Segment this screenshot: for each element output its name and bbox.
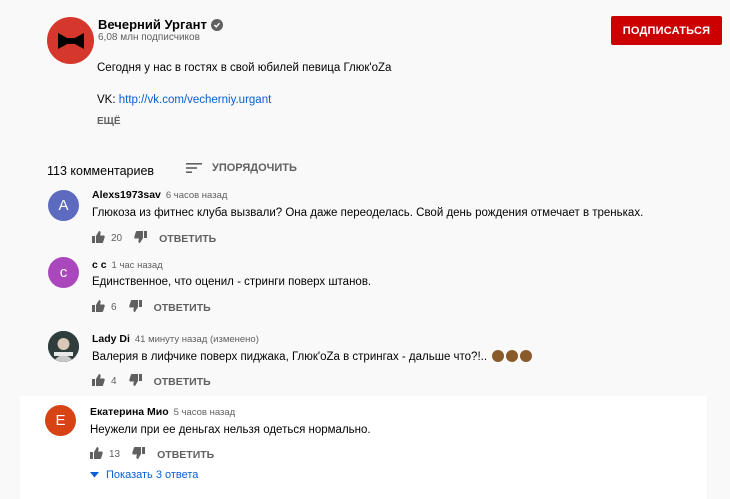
comment-time[interactable]: 1 час назад: [112, 260, 163, 271]
thumbs-up-icon[interactable]: [92, 300, 105, 315]
reply-button[interactable]: ОТВЕТИТЬ: [154, 376, 211, 388]
show-replies-button[interactable]: Показать 3 ответа: [90, 469, 198, 481]
video-description: Сегодня у нас в гостях в свой юбилей пев…: [97, 62, 392, 74]
reply-button[interactable]: ОТВЕТИТЬ: [159, 233, 216, 245]
comment-text: Единственное, что оценил - стринги повер…: [92, 276, 372, 288]
monkey-emoji-icon: [492, 350, 505, 362]
sort-icon: [186, 163, 202, 173]
comment-actions: 20 ОТВЕТИТЬ: [92, 231, 216, 246]
comment-author[interactable]: с с: [92, 259, 107, 271]
channel-avatar[interactable]: [47, 17, 94, 64]
thumbs-down-icon[interactable]: [134, 231, 148, 246]
subscriber-count: 6,08 млн подписчиков: [98, 32, 200, 43]
avatar[interactable]: c: [48, 257, 79, 288]
sort-button[interactable]: УПОРЯДОЧИТЬ: [186, 162, 297, 174]
thumbs-up-icon[interactable]: [92, 231, 105, 246]
vk-link[interactable]: http://vk.com/vecherniy.urgant: [119, 94, 272, 106]
bowtie-logo-icon: [57, 32, 84, 49]
comment-text: Неужели при ее деньгах нельзя одеться но…: [90, 424, 371, 436]
like-count: 20: [111, 233, 123, 244]
thumbs-up-icon[interactable]: [90, 447, 103, 462]
channel-name[interactable]: Вечерний Ургант: [98, 17, 223, 32]
verified-icon: [210, 18, 223, 31]
profile-photo-icon: [48, 331, 79, 362]
subscribe-button[interactable]: ПОДПИСАТЬСЯ: [611, 16, 722, 45]
comment-time[interactable]: 5 часов назад: [174, 407, 236, 418]
comment-actions: 13 ОТВЕТИТЬ: [90, 447, 214, 462]
comment-time[interactable]: 41 минуту назад (изменено): [135, 334, 259, 345]
channel-name-text[interactable]: Вечерний Ургант: [98, 17, 207, 32]
vk-prefix: VK:: [97, 94, 119, 106]
comment-author[interactable]: Lady Di: [92, 333, 130, 345]
show-replies-label[interactable]: Показать 3 ответа: [106, 469, 198, 481]
thumbs-down-icon[interactable]: [128, 374, 142, 389]
like-count: 6: [111, 302, 117, 313]
comment-text: Глюкоза из фитнес клуба вызвали? Она даж…: [92, 207, 644, 219]
avatar[interactable]: A: [48, 190, 79, 221]
reply-button[interactable]: ОТВЕТИТЬ: [157, 449, 214, 461]
thumbs-up-icon[interactable]: [92, 374, 105, 389]
comment-header: Екатерина Мио 5 часов назад: [90, 406, 235, 418]
comment-text-content: Валерия в лифчике поверх пиджака, Глюк'o…: [92, 351, 488, 363]
comment-actions: 4 ОТВЕТИТЬ: [92, 374, 211, 389]
comment-author[interactable]: Alexs1973sav: [92, 189, 161, 201]
comment-actions: 6 ОТВЕТИТЬ: [92, 300, 211, 315]
comments-count: 113 комментариев: [47, 164, 155, 178]
like-count: 13: [109, 449, 121, 460]
thumbs-down-icon[interactable]: [128, 300, 142, 315]
comment-time[interactable]: 6 часов назад: [166, 190, 228, 201]
comment-header: с с 1 час назад: [92, 259, 163, 271]
monkey-emoji-icon: [520, 350, 533, 362]
show-more-button[interactable]: ЕЩЁ: [97, 116, 121, 127]
comment-author[interactable]: Екатерина Мио: [90, 406, 169, 418]
comment-text: Валерия в лифчике поверх пиджака, Глюк'o…: [92, 350, 533, 363]
sort-label[interactable]: УПОРЯДОЧИТЬ: [212, 162, 297, 174]
avatar[interactable]: E: [45, 405, 76, 436]
avatar[interactable]: [48, 331, 79, 362]
like-count: 4: [111, 376, 117, 387]
comment-header: Alexs1973sav 6 часов назад: [92, 189, 227, 201]
reply-button[interactable]: ОТВЕТИТЬ: [154, 302, 211, 314]
comment-header: Lady Di 41 минуту назад (изменено): [92, 333, 259, 345]
chevron-down-icon: [90, 472, 99, 478]
thumbs-down-icon[interactable]: [132, 447, 146, 462]
monkey-emoji-icon: [506, 350, 519, 362]
vk-line: VK: http://vk.com/vecherniy.urgant: [97, 94, 271, 106]
